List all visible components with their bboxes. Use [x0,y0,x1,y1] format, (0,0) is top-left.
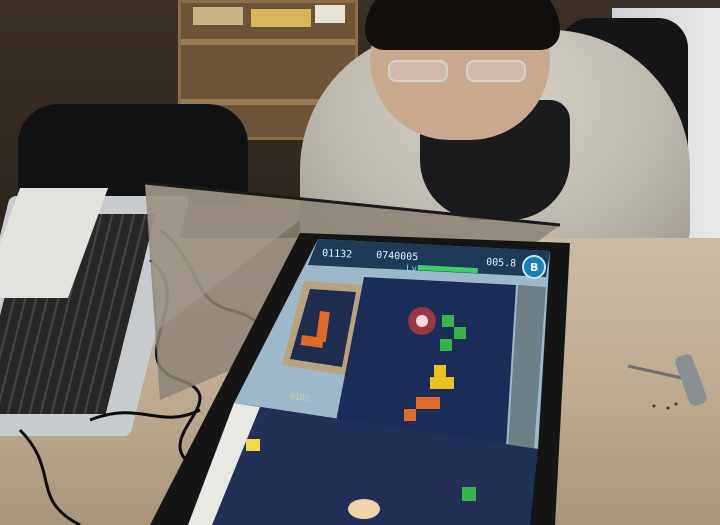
hud-left-readout: 01132 [322,248,353,261]
tetromino-block [442,315,454,327]
lower-block [462,487,476,501]
playfield [336,277,516,447]
firework-core [416,315,428,327]
tetromino-block [440,339,452,351]
tetromino-block [434,365,446,377]
tetromino-block [416,397,428,409]
hud-level-label: Lv [406,264,417,275]
screwdriver [627,354,707,410]
screw [652,404,656,408]
tetromino-block [404,409,416,421]
screwdriver-handle [675,354,707,406]
lower-explosion [348,499,380,519]
lower-item [246,439,260,451]
hud-mid-readout: 0740005 [376,250,419,263]
screwdriver-shaft [627,364,683,380]
screw [666,406,670,410]
tabletop-display: 01132 0740005 Lv 005.8 B 0102 [150,233,570,525]
photo-scene: 01132 0740005 Lv 005.8 B 0102 [0,0,720,525]
hud-corner-badge-label: B [530,261,538,274]
tetromino-block [454,327,466,339]
tetromino-block [428,397,440,409]
tetromino-block [442,377,454,389]
tetromino-block [430,377,442,389]
hud-right-readout: 005.8 [486,257,517,270]
screw [674,402,678,406]
